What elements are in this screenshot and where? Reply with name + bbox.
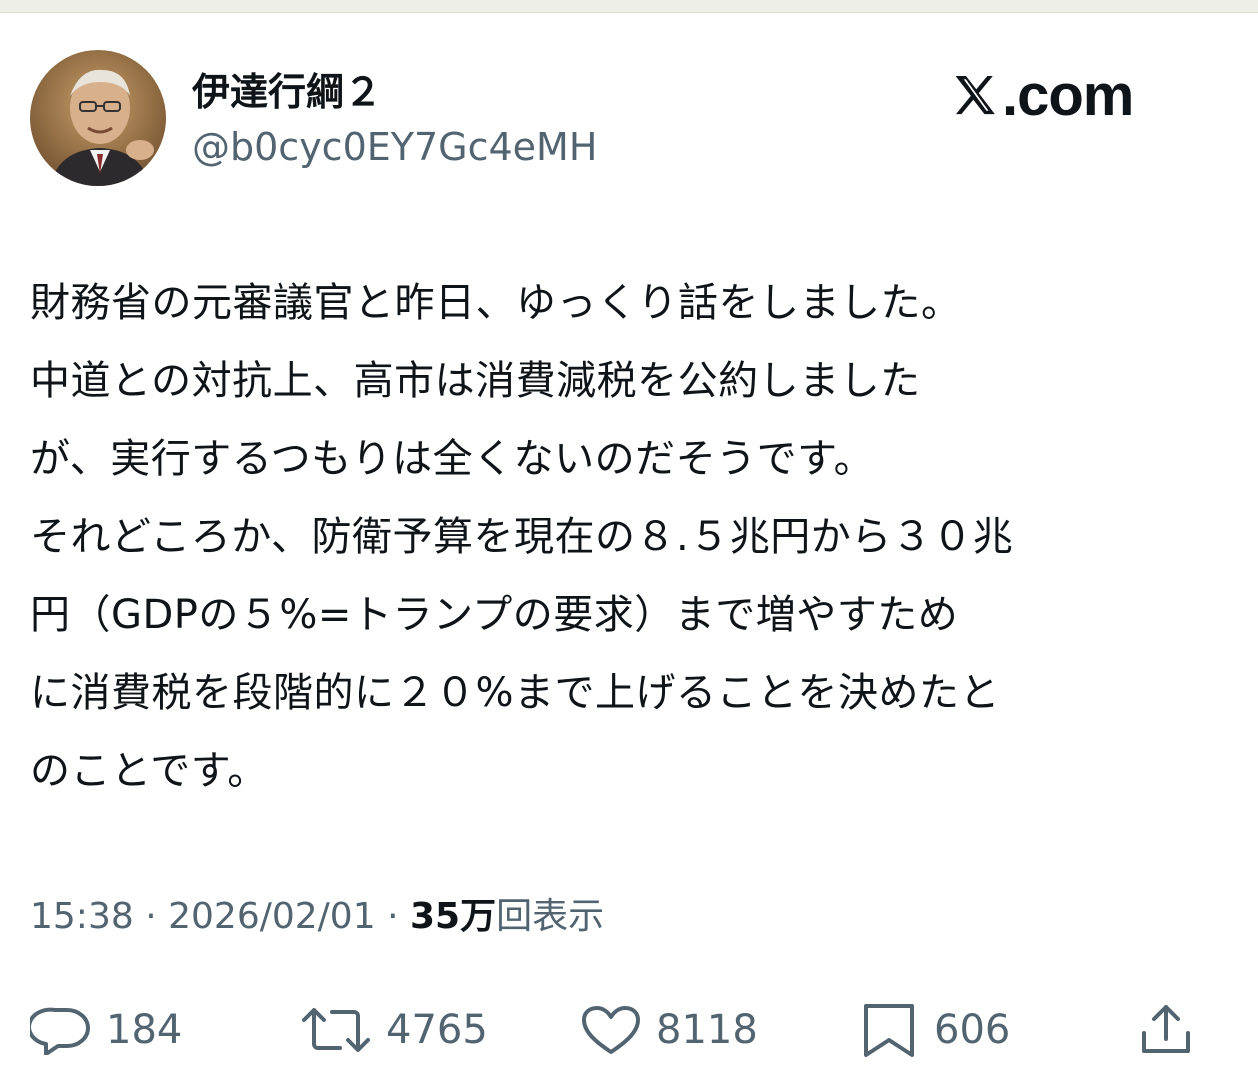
post-body: 財務省の元審議官と昨日、ゆっくり話をしました。 中道との対抗上、高市は消費減税を… <box>30 264 1210 810</box>
display-name[interactable]: 伊達行綱２ <box>192 68 382 116</box>
like-button[interactable]: 8118 <box>580 1000 758 1060</box>
action-bar: 184 4765 8118 606 <box>0 1000 1258 1060</box>
bookmark-count: 606 <box>934 1007 1011 1053</box>
views-label: 回表示 <box>496 896 605 937</box>
share-icon <box>1142 1005 1190 1053</box>
post-body-line: 中道との対抗上、高市は消費減税を公約しました <box>30 358 921 404</box>
repost-button[interactable]: 4765 <box>300 1000 488 1060</box>
bookmark-icon <box>864 1004 914 1057</box>
reply-button[interactable]: 184 <box>30 1000 182 1060</box>
brand-text: .com <box>1002 62 1134 128</box>
post-time[interactable]: 15:38 <box>30 896 134 937</box>
views-count: 35万 <box>409 896 497 937</box>
post-date[interactable]: 2026/02/01 <box>168 896 376 937</box>
top-strip <box>0 0 1258 13</box>
repost-count: 4765 <box>386 1007 488 1053</box>
like-count: 8118 <box>656 1007 758 1053</box>
post-body-line: が、実行するつもりは全くないのだそうです。 <box>30 436 875 482</box>
brand-watermark: .com <box>950 62 1134 128</box>
heart-icon <box>582 1006 640 1054</box>
reply-count: 184 <box>106 1007 183 1053</box>
post-body-line: 財務省の元審議官と昨日、ゆっくり話をしました。 <box>30 280 962 326</box>
reply-icon <box>30 1007 90 1055</box>
post-body-line: 円（GDPの５%=トランプの要求）まで増やすため <box>30 592 959 638</box>
x-logo-icon <box>955 75 995 115</box>
post-meta: 15:38 · 2026/02/01 · 35万回表示 <box>30 892 604 942</box>
post-body-line: に消費税を段階的に２０%まで上げることを決めたと <box>30 670 1001 716</box>
post-body-line: それどころか、防衛予算を現在の８.５兆円から３０兆 <box>30 514 1014 560</box>
bookmark-button[interactable]: 606 <box>858 1000 1010 1060</box>
meta-separator: · <box>387 896 399 937</box>
meta-separator: · <box>145 896 157 937</box>
handle[interactable]: @b0cyc0EY7Gc4eMH <box>192 124 597 170</box>
repost-icon <box>302 1008 370 1052</box>
post-body-line: のことです。 <box>30 748 268 794</box>
share-button[interactable] <box>1136 1000 1196 1060</box>
avatar[interactable] <box>30 50 166 186</box>
